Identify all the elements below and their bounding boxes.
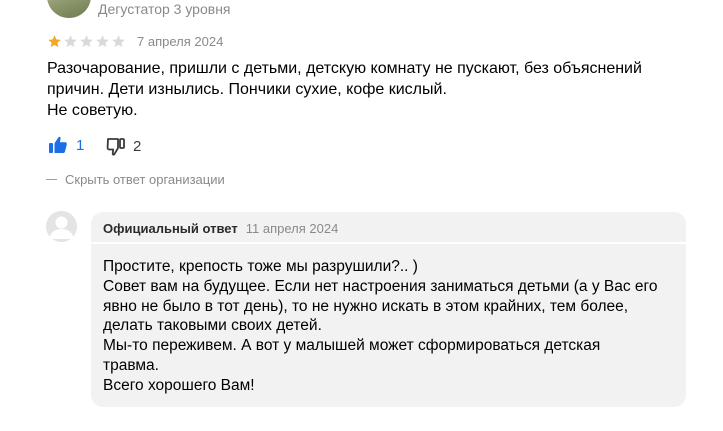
org-avatar: [46, 211, 77, 242]
reply-text-line: делать таковыми своих детей.: [103, 317, 322, 335]
reply-text-line: Мы-то переживем. А вот у малышей может с…: [103, 337, 601, 355]
author-level: Дегустатор 3 уровня: [98, 1, 231, 17]
reply-text: Простите, крепость тоже мы разрушили?.. …: [103, 257, 678, 396]
reply-text-line: Совет вам на будущее. Если нет настроени…: [103, 277, 658, 295]
reply-date: 11 апреля 2024: [245, 221, 339, 236]
dislike-count: 2: [133, 137, 142, 155]
like-count: 1: [76, 136, 85, 154]
reply-text-line: Простите, крепость тоже мы разрушили?.. …: [103, 258, 418, 275]
reply-header: Официальный ответ 11 апреля 2024: [103, 221, 338, 236]
star-icon: [96, 35, 109, 48]
star-icon: [80, 35, 93, 48]
review-date: 7 апреля 2024: [137, 34, 224, 49]
review-text-line: причин. Дети изнылись. Пончики сухие, ко…: [47, 81, 447, 98]
review-text-line: Не советую.: [47, 102, 138, 119]
dislike-button[interactable]: 2: [105, 135, 141, 157]
review-text-line: Разочарование, пришли с детьми, детскую …: [47, 60, 642, 77]
star-icon: [64, 35, 77, 48]
reply-text-line: травма.: [103, 356, 159, 374]
star-icon: [48, 35, 61, 48]
star-icon: [112, 35, 125, 48]
rating-stars: [47, 34, 126, 49]
reply-title: Официальный ответ: [103, 221, 238, 236]
review-text: Разочарование, пришли с детьми, детскую …: [47, 58, 667, 121]
hide-reply-toggle[interactable]: Скрыть ответ организации: [46, 172, 225, 187]
dash-icon: [46, 179, 57, 180]
hide-reply-label: Скрыть ответ организации: [65, 172, 225, 187]
reply-text-line: Всего хорошего Вам!: [103, 376, 255, 394]
thumbs-up-icon: [49, 136, 67, 153]
author-avatar[interactable]: [47, 0, 91, 18]
reply-divider: [91, 242, 686, 244]
like-button[interactable]: 1: [48, 135, 84, 155]
reply-text-line: явно не было в тот день), то не нужно ис…: [103, 297, 629, 315]
user-silhouette-icon: [46, 211, 77, 242]
thumbs-down-icon: [106, 138, 125, 156]
